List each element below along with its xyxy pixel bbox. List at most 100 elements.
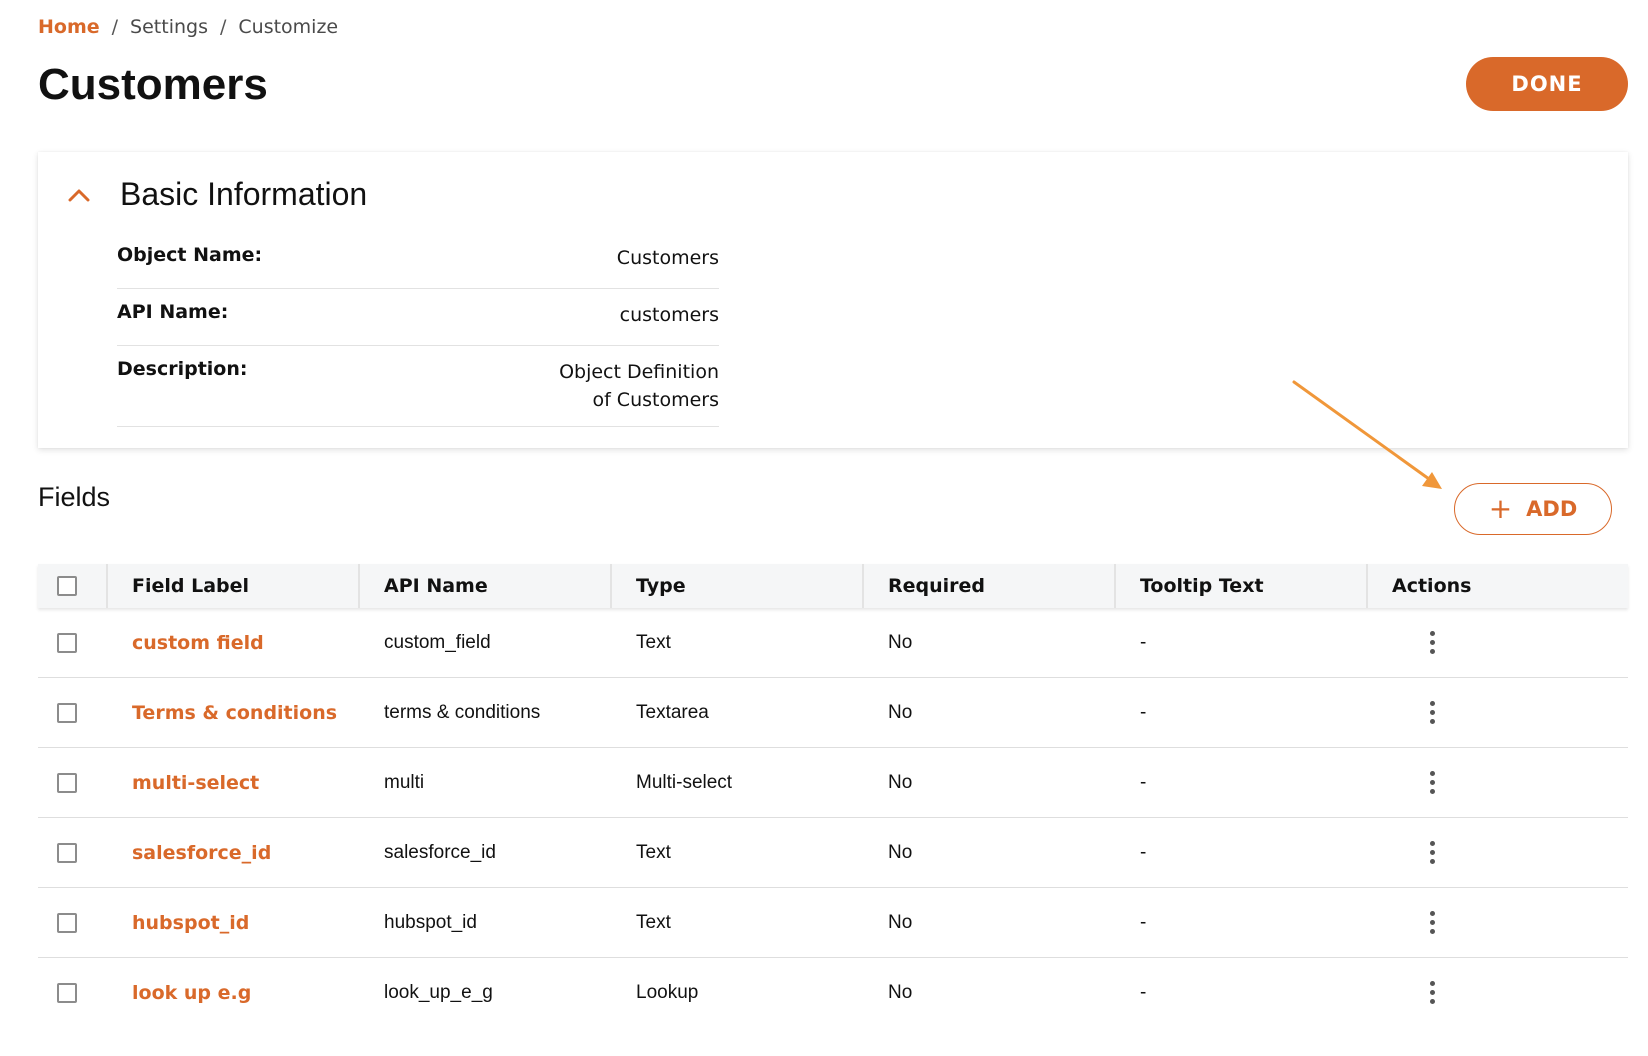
row-checkbox-cell (38, 818, 106, 887)
field-label-cell: look up e.g (106, 958, 358, 1027)
api-name-cell: custom_field (384, 631, 491, 653)
select-all-checkbox[interactable] (57, 576, 77, 596)
type-cell: Textarea (636, 701, 709, 723)
table-header: Field Label API Name Type Required Toolt… (38, 564, 1628, 608)
info-value: Object Definition of Customers (559, 361, 719, 411)
header-checkbox-cell (38, 564, 106, 608)
actions-cell (1366, 888, 1628, 957)
breadcrumb-home-link[interactable]: Home (38, 16, 100, 38)
chevron-up-icon[interactable] (68, 184, 90, 206)
tooltip-cell: - (1140, 631, 1147, 653)
required-cell: No (888, 631, 913, 653)
row-checkbox[interactable] (57, 632, 77, 653)
required-cell: No (888, 911, 913, 933)
field-label-link[interactable]: Terms & conditions (132, 702, 337, 724)
tooltip-cell: - (1140, 771, 1147, 793)
required-cell: No (888, 771, 913, 793)
table-row: multi-select multi Multi-select No - (38, 748, 1628, 818)
row-checkbox[interactable] (57, 982, 77, 1003)
required-cell: No (888, 981, 913, 1003)
field-label-cell: custom field (106, 608, 358, 677)
add-field-label: ADD (1526, 497, 1578, 521)
tooltip-cell: - (1140, 701, 1147, 723)
tooltip-cell: - (1140, 981, 1147, 1003)
basic-information-rows: Object Name: Customers API Name: custome… (117, 232, 719, 427)
kebab-menu-icon[interactable] (1420, 978, 1444, 1008)
row-checkbox-cell (38, 748, 106, 817)
kebab-menu-icon[interactable] (1420, 768, 1444, 798)
field-label-link[interactable]: custom field (132, 632, 264, 654)
done-button[interactable]: DONE (1466, 57, 1628, 111)
breadcrumb: Home / Settings / Customize (38, 16, 338, 38)
info-label: Object Name: (117, 244, 263, 266)
column-header-actions: Actions (1366, 564, 1628, 608)
required-cell: No (888, 841, 913, 863)
row-checkbox-cell (38, 678, 106, 747)
table-row: salesforce_id salesforce_id Text No - (38, 818, 1628, 888)
table-row: Terms & conditions terms & conditions Te… (38, 678, 1628, 748)
plus-icon: + (1488, 492, 1513, 525)
row-checkbox[interactable] (57, 772, 77, 793)
customize-page: Home / Settings / Customize Customers DO… (0, 0, 1648, 1056)
row-checkbox-cell (38, 888, 106, 957)
column-header-api-name[interactable]: API Name (358, 564, 610, 608)
column-header-required[interactable]: Required (862, 564, 1114, 608)
basic-information-title: Basic Information (120, 176, 368, 212)
actions-cell (1366, 748, 1628, 817)
field-label-link[interactable]: salesforce_id (132, 842, 271, 864)
row-checkbox[interactable] (57, 702, 77, 723)
tooltip-cell: - (1140, 911, 1147, 933)
kebab-menu-icon[interactable] (1420, 628, 1444, 658)
kebab-menu-icon[interactable] (1420, 838, 1444, 868)
breadcrumb-separator: / (111, 16, 119, 38)
info-value: Customers (616, 247, 719, 269)
required-cell: No (888, 701, 913, 723)
type-cell: Text (636, 631, 671, 653)
table-row: look up e.g look_up_e_g Lookup No - (38, 958, 1628, 1027)
column-header-type[interactable]: Type (610, 564, 862, 608)
column-header-field-label[interactable]: Field Label (106, 564, 358, 608)
basic-information-card: Basic Information Object Name: Customers… (38, 152, 1628, 448)
row-checkbox-cell (38, 958, 106, 1027)
column-header-tooltip-text[interactable]: Tooltip Text (1114, 564, 1366, 608)
field-label-cell: hubspot_id (106, 888, 358, 957)
field-label-link[interactable]: hubspot_id (132, 912, 249, 934)
info-label: Description: (117, 358, 248, 380)
field-label-link[interactable]: multi-select (132, 772, 259, 794)
actions-cell (1366, 958, 1628, 1027)
field-label-link[interactable]: look up e.g (132, 982, 251, 1004)
info-label: API Name: (117, 301, 229, 323)
breadcrumb-separator: / (219, 16, 227, 38)
table-row: hubspot_id hubspot_id Text No - (38, 888, 1628, 958)
kebab-menu-icon[interactable] (1420, 908, 1444, 938)
breadcrumb-settings-link[interactable]: Settings (130, 16, 208, 38)
info-row-description: Description: Object Definition of Custom… (117, 346, 719, 427)
actions-cell (1366, 608, 1628, 677)
row-checkbox-cell (38, 608, 106, 677)
api-name-cell: hubspot_id (384, 911, 477, 933)
type-cell: Text (636, 841, 671, 863)
kebab-menu-icon[interactable] (1420, 698, 1444, 728)
tooltip-cell: - (1140, 841, 1147, 863)
field-label-cell: multi-select (106, 748, 358, 817)
fields-table: Field Label API Name Type Required Toolt… (38, 564, 1628, 1027)
row-checkbox[interactable] (57, 912, 77, 933)
type-cell: Lookup (636, 981, 699, 1003)
field-label-cell: Terms & conditions (106, 678, 358, 747)
info-row-api-name: API Name: customers (117, 289, 719, 346)
type-cell: Multi-select (636, 771, 733, 793)
info-value: customers (619, 304, 719, 326)
api-name-cell: look_up_e_g (384, 981, 493, 1003)
row-checkbox[interactable] (57, 842, 77, 863)
fields-section-title: Fields (38, 482, 111, 512)
type-cell: Text (636, 911, 671, 933)
basic-information-header: Basic Information (68, 176, 367, 213)
page-title: Customers (38, 60, 268, 109)
breadcrumb-customize-current: Customize (238, 16, 339, 38)
api-name-cell: multi (384, 771, 425, 793)
actions-cell (1366, 678, 1628, 747)
actions-cell (1366, 818, 1628, 887)
add-field-button[interactable]: + ADD (1454, 483, 1612, 535)
api-name-cell: salesforce_id (384, 841, 496, 863)
table-row: custom field custom_field Text No - (38, 608, 1628, 678)
